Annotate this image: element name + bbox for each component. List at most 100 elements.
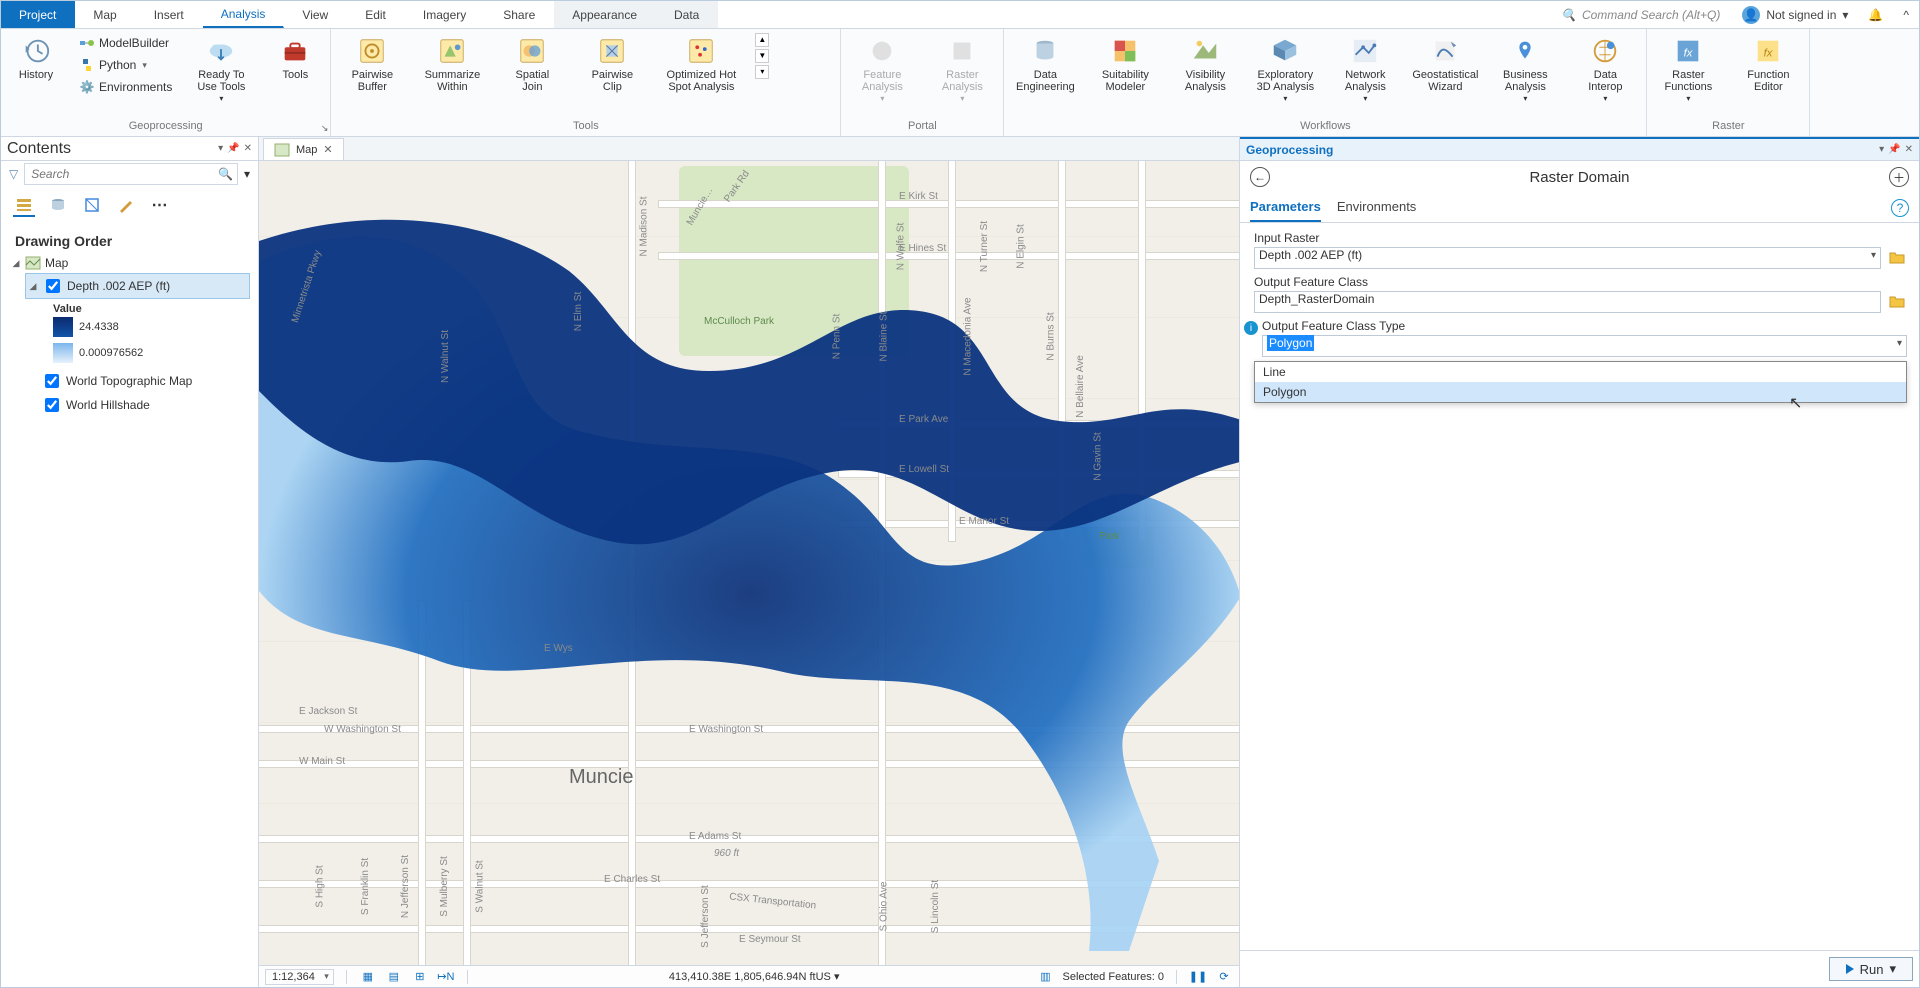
pin-icon[interactable]: 📌	[227, 143, 239, 154]
tab-appearance[interactable]: Appearance	[554, 1, 656, 28]
info-icon[interactable]: i	[1244, 321, 1258, 335]
play-icon	[1846, 964, 1854, 974]
toc-tabs: ⋯	[1, 191, 258, 225]
tool-pairwise-clip[interactable]: Pairwise Clip	[577, 33, 647, 95]
wf-exploratory-3d[interactable]: Exploratory 3D Analysis▾	[1250, 33, 1320, 106]
wf-visibility[interactable]: Visibility Analysis	[1170, 33, 1240, 95]
pause-icon[interactable]: ❚❚	[1189, 968, 1207, 986]
input-raster-label: Input Raster	[1254, 231, 1907, 245]
wf-geostat[interactable]: Geostatistical Wizard	[1410, 33, 1480, 95]
toc-tab-source[interactable]	[47, 195, 69, 217]
group-launcher-icon[interactable]: ↘	[321, 123, 329, 134]
toc-tab-drawing-order[interactable]	[13, 195, 35, 217]
pane-menu-icon[interactable]: ▾	[218, 143, 223, 154]
wf-business[interactable]: Business Analysis▾	[1490, 33, 1560, 106]
tools-label: Tools	[283, 69, 309, 81]
toc-tab-more[interactable]: ⋯	[149, 195, 171, 217]
back-button[interactable]: ←	[1250, 167, 1270, 187]
map-tab[interactable]: Map ✕	[263, 138, 344, 160]
refresh-icon[interactable]: ⟳	[1215, 968, 1233, 986]
filter-icon[interactable]: ▽	[9, 167, 18, 181]
tool-hotspot[interactable]: Optimized Hot Spot Analysis	[657, 33, 745, 95]
browse-button[interactable]	[1887, 292, 1907, 312]
raster-analysis-button: Raster Analysis▾	[927, 33, 997, 106]
tab-environments[interactable]: Environments	[1337, 193, 1416, 222]
tab-imagery[interactable]: Imagery	[405, 1, 485, 28]
option-polygon[interactable]: Polygon	[1255, 382, 1906, 402]
expander-icon[interactable]: ◢	[28, 281, 38, 292]
tab-project[interactable]: Project	[1, 1, 75, 28]
close-icon[interactable]: ✕	[244, 143, 252, 154]
toc-tab-editing[interactable]	[115, 195, 137, 217]
wf-network[interactable]: Network Analysis▾	[1330, 33, 1400, 106]
close-icon[interactable]: ✕	[323, 143, 332, 156]
map-view[interactable]: Muncie E Kirk St E Hines St N Madison St…	[259, 161, 1239, 965]
browse-button[interactable]	[1887, 248, 1907, 268]
pane-menu-icon[interactable]: ▾	[1879, 144, 1884, 155]
tab-share[interactable]: Share	[485, 1, 554, 28]
notifications-button[interactable]: 🔔	[1858, 1, 1893, 28]
tool-north-icon[interactable]: ↦N	[437, 968, 455, 986]
contents-search[interactable]: 🔍	[24, 163, 238, 185]
contents-search-input[interactable]	[29, 166, 218, 182]
ribbon: History ModelBuilder Python ⚙️ Environme…	[1, 29, 1919, 137]
layer-topo[interactable]: ▸ World Topographic Map	[25, 369, 250, 393]
run-label: Run	[1860, 962, 1884, 977]
tab-edit[interactable]: Edit	[347, 1, 405, 28]
ready-to-use-button[interactable]: Ready To Use Tools ▾	[186, 33, 256, 106]
expander-icon[interactable]: ◢	[11, 258, 21, 269]
input-raster-field[interactable]: Depth .002 AEP (ft)	[1254, 247, 1881, 269]
tab-data[interactable]: Data	[656, 1, 718, 28]
layer-hillshade[interactable]: ▸ World Hillshade	[25, 393, 250, 417]
tool-grid-icon[interactable]: ▤	[385, 968, 403, 986]
tab-parameters[interactable]: Parameters	[1250, 193, 1321, 222]
layer-depth[interactable]: ◢ Depth .002 AEP (ft)	[25, 273, 250, 299]
function-editor-button[interactable]: fxFunction Editor	[1733, 33, 1803, 95]
layer-checkbox[interactable]	[45, 374, 59, 388]
layer-checkbox[interactable]	[45, 398, 59, 412]
collapse-ribbon-button[interactable]: ^	[1893, 1, 1919, 28]
group-title-raster: Raster	[1653, 118, 1803, 134]
tab-map[interactable]: Map	[75, 1, 135, 28]
tool-title: Raster Domain	[1278, 169, 1881, 186]
add-button[interactable]: ＋	[1889, 167, 1909, 187]
environments-button[interactable]: ⚙️ Environments	[75, 77, 176, 97]
search-icon[interactable]: 🔍	[218, 167, 233, 181]
tab-insert[interactable]: Insert	[136, 1, 203, 28]
option-line[interactable]: Line	[1255, 362, 1906, 382]
command-search[interactable]: 🔍 Command Search (Alt+Q)	[1549, 1, 1732, 28]
tab-analysis[interactable]: Analysis	[203, 1, 285, 28]
tool-spatial-join[interactable]: Spatial Join	[497, 33, 567, 95]
python-icon	[79, 57, 95, 73]
gallery-scroll[interactable]: ▲▼▾	[755, 33, 769, 79]
scale-control[interactable]: 1:12,364	[265, 969, 334, 985]
output-type-field[interactable]: Polygon	[1262, 335, 1907, 357]
wf-data-engineering[interactable]: Data Engineering	[1010, 33, 1080, 95]
history-button[interactable]: History	[7, 33, 65, 83]
history-icon	[20, 35, 52, 67]
close-icon[interactable]: ✕	[1905, 144, 1913, 155]
tool-summarize-within[interactable]: Summarize Within	[417, 33, 487, 95]
environments-label: Environments	[99, 80, 172, 94]
tool-snap-icon[interactable]: ⊞	[411, 968, 429, 986]
map-node[interactable]: ◢ Map	[9, 253, 250, 273]
tools-button[interactable]: Tools	[266, 33, 324, 83]
search-menu-icon[interactable]: ▾	[244, 167, 250, 181]
output-fc-label: Output Feature Class	[1254, 275, 1907, 289]
pin-icon[interactable]: 📌	[1888, 144, 1900, 155]
run-button[interactable]: Run ▾	[1829, 957, 1913, 981]
output-fc-field[interactable]: Depth_RasterDomain	[1254, 291, 1881, 313]
wf-suitability[interactable]: Suitability Modeler	[1090, 33, 1160, 95]
toc-tab-selection[interactable]	[81, 195, 103, 217]
tool-pairwise-buffer[interactable]: Pairwise Buffer	[337, 33, 407, 95]
layer-checkbox[interactable]	[46, 279, 60, 293]
sign-in-menu[interactable]: 👤 Not signed in ▾	[1732, 1, 1858, 28]
modelbuilder-button[interactable]: ModelBuilder	[75, 33, 176, 53]
tab-view[interactable]: View	[284, 1, 347, 28]
python-button[interactable]: Python	[75, 55, 176, 75]
help-icon[interactable]: ?	[1891, 199, 1909, 217]
cursor-icon: ↖	[1789, 393, 1802, 413]
wf-interop[interactable]: Data Interop▾	[1570, 33, 1640, 106]
raster-functions-button[interactable]: fxRaster Functions▾	[1653, 33, 1723, 106]
tool-layout-icon[interactable]: ▦	[359, 968, 377, 986]
